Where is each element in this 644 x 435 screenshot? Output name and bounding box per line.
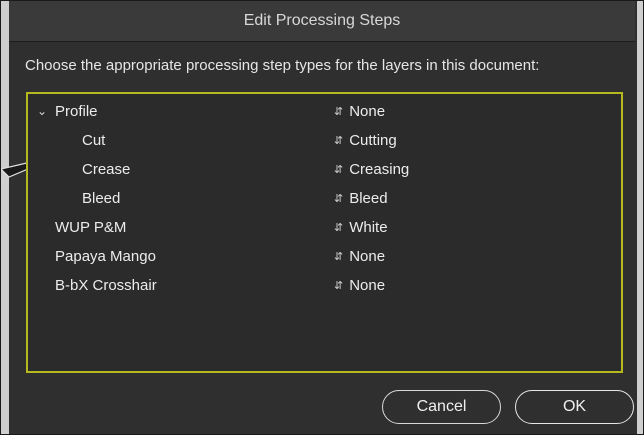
- layer-row-papaya-mango[interactable]: Papaya Mango ⇵ None: [28, 241, 621, 271]
- layer-row-profile[interactable]: ⌄ Profile ⇵ None: [28, 96, 621, 126]
- up-down-arrows-icon: ⇵: [334, 192, 344, 205]
- layer-row-crease[interactable]: Crease ⇵ Creasing: [28, 154, 621, 184]
- step-select[interactable]: ⇵ White: [334, 219, 388, 236]
- step-value: Cutting: [349, 131, 397, 149]
- layer-name: WUP P&M: [55, 218, 127, 236]
- layer-row-cut[interactable]: Cut ⇵ Cutting: [28, 125, 621, 155]
- up-down-arrows-icon: ⇵: [334, 134, 344, 147]
- window-edge: [637, 1, 643, 434]
- step-select[interactable]: ⇵ Creasing: [334, 161, 409, 178]
- edit-processing-steps-dialog: Edit Processing Steps Choose the appropr…: [0, 0, 644, 435]
- chevron-down-icon[interactable]: ⌄: [36, 104, 48, 118]
- up-down-arrows-icon: ⇵: [334, 105, 344, 118]
- step-select[interactable]: ⇵ Bleed: [334, 190, 388, 207]
- step-value: White: [349, 218, 388, 236]
- layer-name: Papaya Mango: [55, 247, 156, 265]
- layer-name: Cut: [82, 131, 106, 149]
- dialog-title: Edit Processing Steps: [243, 12, 401, 29]
- step-value: Creasing: [349, 160, 410, 178]
- step-select[interactable]: ⇵ None: [334, 277, 385, 294]
- layer-name: Profile: [55, 102, 98, 120]
- instructions-text: Choose the appropriate processing step t…: [25, 57, 540, 74]
- up-down-arrows-icon: ⇵: [334, 279, 344, 292]
- layer-name: B-bX Crosshair: [55, 276, 157, 294]
- up-down-arrows-icon: ⇵: [334, 250, 344, 263]
- layer-row-wup-pm[interactable]: WUP P&M ⇵ White: [28, 212, 621, 242]
- layer-row-b-bx-crosshair[interactable]: B-bX Crosshair ⇵ None: [28, 270, 621, 300]
- up-down-arrows-icon: ⇵: [334, 163, 344, 176]
- title-bar: Edit Processing Steps: [9, 1, 635, 42]
- step-select[interactable]: ⇵ Cutting: [334, 132, 397, 149]
- window-edge: [1, 1, 9, 434]
- up-down-arrows-icon: ⇵: [334, 221, 344, 234]
- cancel-button[interactable]: Cancel: [382, 390, 501, 424]
- ok-button[interactable]: OK: [515, 390, 634, 424]
- layer-name: Crease: [82, 160, 131, 178]
- step-select[interactable]: ⇵ None: [334, 103, 385, 120]
- step-value: None: [349, 276, 386, 294]
- step-value: None: [349, 247, 386, 265]
- layer-name: Bleed: [82, 189, 121, 207]
- step-select[interactable]: ⇵ None: [334, 248, 385, 265]
- step-value: Bleed: [349, 189, 388, 207]
- layer-steps-list[interactable]: ⌄ Profile ⇵ None Cut ⇵ Cutting Crease ⇵ …: [26, 92, 623, 373]
- step-value: None: [349, 102, 386, 120]
- layer-row-bleed[interactable]: Bleed ⇵ Bleed: [28, 183, 621, 213]
